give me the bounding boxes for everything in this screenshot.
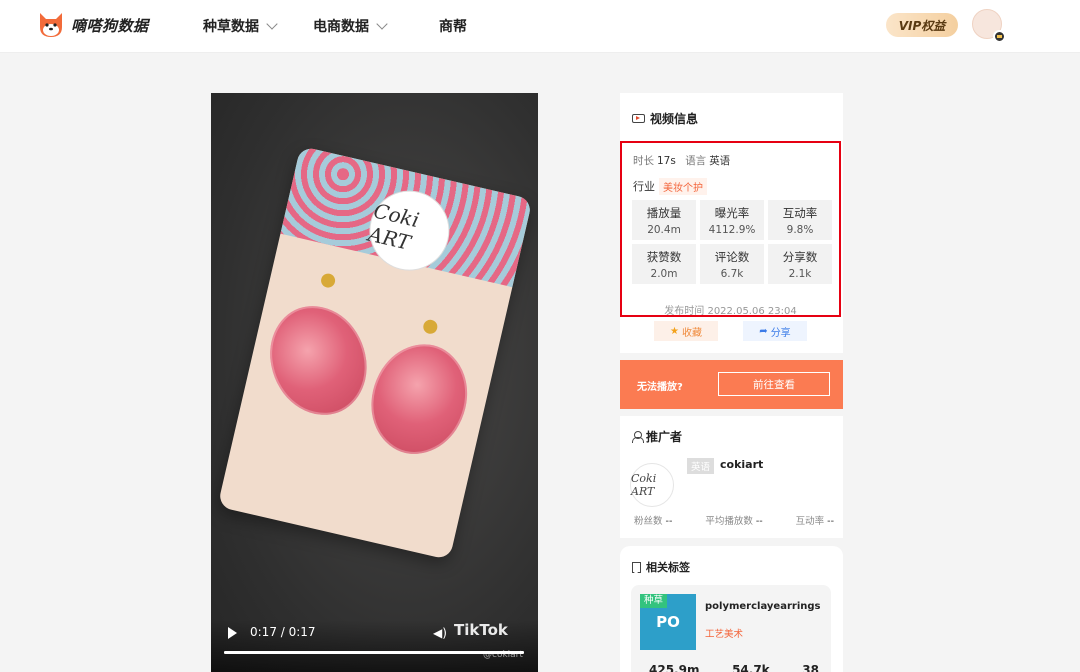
- tag-name[interactable]: polymerclayearrings: [705, 601, 820, 612]
- cannot-play-text: 无法播放?: [637, 382, 683, 393]
- interaction-label: 互动率: [795, 516, 825, 527]
- video-info-panel: 视频信息 时长 17s 语言 英语 行业 美妆个护 播放量 20.4m 曝光率 4112…: [620, 93, 843, 353]
- stat-label: 分享数: [782, 249, 818, 264]
- tag-stat-value: 38: [802, 663, 819, 672]
- vip-benefits-button[interactable]: VIP权益: [886, 13, 958, 37]
- duration-language-row: 时长 17s 语言 英语: [633, 153, 736, 168]
- promoter-title: 推广者: [632, 428, 682, 445]
- panel-title: 推广者: [646, 430, 683, 444]
- star-icon: ★: [670, 325, 679, 337]
- stat-label: 曝光率: [714, 205, 750, 220]
- nav-label: 种草数据: [203, 19, 259, 35]
- stat-value: 4112.9%: [708, 223, 756, 236]
- earring-right: [349, 327, 490, 472]
- related-tags-panel: 相关标签 PO 种草 polymerclayearrings 工艺美术 425.…: [620, 546, 843, 672]
- stat-cell: 互动率 9.8%: [768, 200, 832, 240]
- stat-label: 播放量: [646, 205, 682, 220]
- go-view-button[interactable]: 前往查看: [718, 372, 830, 396]
- earring-hook: [319, 272, 337, 289]
- favorite-button[interactable]: ★ 收藏: [654, 321, 718, 341]
- video-info-title: 视频信息: [632, 110, 698, 127]
- language-label: 语言: [685, 155, 707, 167]
- tag-category: 工艺美术: [705, 629, 744, 640]
- volume-icon[interactable]: ◀): [433, 626, 447, 640]
- stat-cell: 曝光率 4112.9%: [700, 200, 764, 240]
- tag-badge: 种草: [640, 594, 668, 608]
- avg-play-value: --: [755, 516, 763, 527]
- fans-value: --: [665, 516, 673, 527]
- interaction-stat: 互动率 --: [796, 513, 834, 527]
- promoter-stats: 粉丝数 -- 平均播放数 -- 互动率 --: [634, 513, 834, 527]
- stat-cell: 播放量 20.4m: [632, 200, 696, 240]
- stat-value: 6.7k: [720, 267, 744, 280]
- stat-value: 9.8%: [786, 223, 814, 236]
- chevron-down-icon: [376, 18, 388, 30]
- fans-label: 粉丝数: [634, 516, 663, 527]
- industry-label: 行业: [633, 180, 655, 193]
- share-arrow-icon: ➦: [759, 325, 768, 337]
- nav-shangbang[interactable]: 商帮: [439, 16, 467, 36]
- earring-hook: [421, 318, 439, 336]
- stat-value: 20.4m: [647, 223, 681, 236]
- tag-stat-value: 54.7k: [732, 663, 770, 672]
- cannot-play-banner: 无法播放? 前往查看: [620, 360, 843, 409]
- industry-tag[interactable]: 美妆个护: [659, 178, 707, 195]
- stat-value: 2.1k: [788, 267, 812, 280]
- earring-left: [264, 300, 373, 421]
- duration-value: 17s: [657, 155, 676, 167]
- bookmark-icon: [632, 561, 641, 573]
- stat-cell: 评论数 6.7k: [700, 244, 764, 284]
- nav-ecommerce-data[interactable]: 电商数据: [313, 16, 388, 36]
- nav-label: 电商数据: [313, 19, 369, 35]
- stat-label: 获赞数: [646, 249, 682, 264]
- promoter-name[interactable]: cokiart: [720, 458, 763, 471]
- stat-cell: 获赞数 2.0m: [632, 244, 696, 284]
- language-value: 英语: [709, 155, 731, 167]
- promoter-language-tag: 英语: [687, 458, 715, 474]
- highlighted-stats-box: 时长 17s 语言 英语 行业 美妆个护 播放量 20.4m 曝光率 4112.9% 互…: [620, 141, 841, 317]
- chevron-down-icon: [266, 18, 278, 30]
- stats-grid: 播放量 20.4m 曝光率 4112.9% 互动率 9.8% 获赞数 2.0m 评论数 6…: [632, 200, 832, 284]
- fans-stat: 粉丝数 --: [634, 513, 672, 527]
- share-button[interactable]: ➦ 分享: [743, 321, 807, 341]
- publish-time: 发布时间 2022.05.06 23:04: [664, 306, 797, 317]
- tag-stat-value: 425.9m: [649, 663, 700, 672]
- video-time: 0:17 / 0:17: [250, 625, 316, 639]
- interaction-value: --: [827, 516, 834, 527]
- person-icon: [632, 431, 644, 443]
- promoter-avatar[interactable]: Coki ART: [630, 463, 674, 507]
- stat-cell: 分享数 2.1k: [768, 244, 832, 284]
- avg-play-label: 平均播放数: [705, 516, 753, 527]
- play-icon[interactable]: [228, 627, 237, 639]
- tiktok-watermark: TikTok: [454, 621, 508, 639]
- top-header: 嘀嗒狗数据 种草数据 电商数据 商帮 VIP权益: [0, 0, 1080, 53]
- panel-title: 相关标签: [646, 561, 690, 574]
- related-tags-title: 相关标签: [632, 559, 690, 575]
- stat-label: 互动率: [782, 205, 818, 220]
- logo-text[interactable]: 嘀嗒狗数据: [71, 15, 149, 36]
- favorite-label: 收藏: [681, 327, 702, 339]
- nav-seeding-data[interactable]: 种草数据: [203, 16, 278, 36]
- duration-label: 时长: [633, 155, 654, 167]
- share-label: 分享: [770, 327, 791, 339]
- stat-label: 评论数: [714, 249, 750, 264]
- video-player[interactable]: Coki ART 0:17 / 0:17 ◀) TikTok @cokiart: [211, 93, 538, 672]
- tag-stats: 425.9m 54.7k 38: [649, 663, 819, 672]
- tag-card[interactable]: PO 种草 polymerclayearrings 工艺美术 425.9m 54…: [631, 585, 831, 672]
- promoter-panel: 推广者 Coki ART 英语 cokiart 粉丝数 -- 平均播放数 -- 互动…: [620, 416, 843, 538]
- video-progress-bar[interactable]: [224, 651, 524, 654]
- panel-title: 视频信息: [650, 112, 699, 126]
- nav-label: 商帮: [439, 19, 467, 35]
- progress-fill: [224, 651, 524, 654]
- video-icon: [632, 114, 645, 123]
- dog-logo-icon[interactable]: [35, 9, 67, 41]
- crown-badge-icon: [993, 30, 1006, 43]
- avg-play-stat: 平均播放数 --: [705, 513, 762, 527]
- stat-value: 2.0m: [650, 267, 678, 280]
